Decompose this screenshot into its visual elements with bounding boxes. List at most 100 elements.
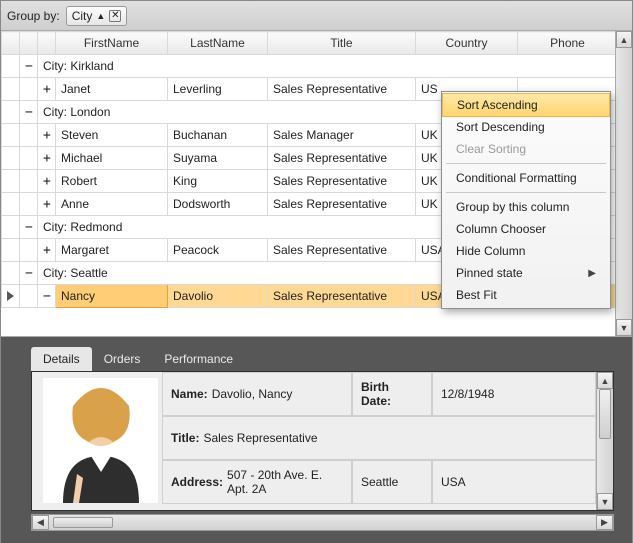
menu-column-chooser[interactable]: Column Chooser: [442, 218, 610, 240]
detail-name: Name: Davolio, Nancy: [162, 372, 352, 416]
detail-title-value: Sales Representative: [203, 431, 317, 445]
menu-pinned-state-label: Pinned state: [456, 266, 523, 280]
detail-country: USA: [432, 460, 596, 504]
avatar-icon: [43, 378, 158, 503]
cell-title: Sales Representative: [268, 239, 416, 262]
cell-title: Sales Representative: [268, 285, 416, 308]
cell-lastname: King: [168, 170, 268, 193]
header-expand-1: [20, 32, 38, 55]
header-row: FirstName LastName Title Country Phone: [2, 32, 618, 55]
scroll-down-icon[interactable]: ▼: [616, 319, 632, 336]
detail-city: Seattle: [352, 460, 432, 504]
collapse-icon[interactable]: −: [38, 285, 56, 308]
group-tag-city[interactable]: City ▲ ✕: [66, 6, 128, 26]
cell-firstname: Margaret: [56, 239, 168, 262]
menu-conditional-formatting[interactable]: Conditional Formatting: [442, 167, 610, 189]
scroll-up-icon[interactable]: ▲: [616, 31, 632, 48]
column-context-menu: Sort Ascending Sort Descending Clear Sor…: [441, 91, 611, 309]
menu-pinned-state[interactable]: Pinned state ▶: [442, 262, 610, 284]
group-row[interactable]: − City: Kirkland: [2, 55, 618, 78]
detail-name-label: Name:: [171, 387, 208, 401]
detail-birth-value: 12/8/1948: [432, 372, 596, 416]
detail-address: Address: 507 - 20th Ave. E. Apt. 2A: [162, 460, 352, 504]
menu-best-fit[interactable]: Best Fit: [442, 284, 610, 306]
expand-icon[interactable]: +: [38, 170, 56, 193]
cell-lastname: Dodsworth: [168, 193, 268, 216]
expand-icon[interactable]: +: [38, 78, 56, 101]
cell-lastname: Peacock: [168, 239, 268, 262]
submenu-arrow-icon: ▶: [588, 268, 596, 279]
scroll-down-icon[interactable]: ▼: [597, 493, 613, 510]
detail-name-value: Davolio, Nancy: [212, 387, 293, 401]
sort-asc-icon: ▲: [96, 11, 105, 21]
cell-title: Sales Representative: [268, 78, 416, 101]
detail-info-grid: Name: Davolio, Nancy Birth Date: 12/8/19…: [162, 372, 596, 510]
collapse-icon[interactable]: −: [20, 262, 38, 285]
menu-sort-descending[interactable]: Sort Descending: [442, 116, 610, 138]
grid-container: FirstName LastName Title Country Phone −…: [1, 31, 632, 337]
remove-group-icon[interactable]: ✕: [109, 10, 121, 22]
header-expand-2: [38, 32, 56, 55]
menu-sort-ascending[interactable]: Sort Ascending: [442, 93, 610, 117]
scroll-thumb[interactable]: [53, 517, 113, 528]
group-by-bar: Group by: City ▲ ✕: [1, 1, 632, 31]
scroll-thumb[interactable]: [599, 389, 611, 439]
detail-body: Name: Davolio, Nancy Birth Date: 12/8/19…: [31, 371, 614, 511]
current-row-icon: [7, 291, 14, 301]
collapse-icon[interactable]: −: [20, 101, 38, 124]
cell-lastname: Davolio: [168, 285, 268, 308]
cell-title: Sales Representative: [268, 193, 416, 216]
expand-icon[interactable]: +: [38, 193, 56, 216]
cell-firstname: Michael: [56, 147, 168, 170]
details-panel: Details Orders Performance Name: Davolio…: [1, 337, 632, 543]
scroll-left-icon[interactable]: ◀: [32, 515, 49, 530]
cell-title: Sales Representative: [268, 170, 416, 193]
detail-address-value: 507 - 20th Ave. E. Apt. 2A: [227, 468, 343, 496]
cell-title: Sales Representative: [268, 147, 416, 170]
cell-title: Sales Manager: [268, 124, 416, 147]
scroll-up-icon[interactable]: ▲: [597, 372, 613, 389]
menu-hide-column[interactable]: Hide Column: [442, 240, 610, 262]
group-label: City: Kirkland: [38, 55, 618, 78]
detail-title-label: Title:: [171, 431, 199, 445]
header-lastname[interactable]: LastName: [168, 32, 268, 55]
header-phone[interactable]: Phone: [518, 32, 618, 55]
detail-address-label: Address:: [171, 475, 223, 489]
scroll-right-icon[interactable]: ▶: [596, 515, 613, 530]
cell-firstname: Steven: [56, 124, 168, 147]
header-title[interactable]: Title: [268, 32, 416, 55]
group-tag-text: City: [72, 9, 93, 23]
header-country[interactable]: Country: [416, 32, 518, 55]
cell-firstname: Anne: [56, 193, 168, 216]
expand-icon[interactable]: +: [38, 124, 56, 147]
collapse-icon[interactable]: −: [20, 216, 38, 239]
group-by-label: Group by:: [7, 9, 60, 23]
cell-lastname: Buchanan: [168, 124, 268, 147]
header-firstname[interactable]: FirstName: [56, 32, 168, 55]
menu-clear-sorting: Clear Sorting: [442, 138, 610, 160]
detail-horizontal-scrollbar[interactable]: ◀ ▶: [31, 514, 614, 531]
detail-birth-label-cell: Birth Date:: [352, 372, 432, 416]
cell-firstname: Nancy: [56, 285, 168, 308]
cell-firstname: Robert: [56, 170, 168, 193]
tab-orders[interactable]: Orders: [92, 347, 153, 371]
expand-icon[interactable]: +: [38, 239, 56, 262]
cell-firstname: Janet: [56, 78, 168, 101]
menu-separator: [446, 163, 606, 164]
menu-group-by-column[interactable]: Group by this column: [442, 196, 610, 218]
tab-performance[interactable]: Performance: [152, 347, 245, 371]
tab-details[interactable]: Details: [31, 347, 92, 371]
cell-lastname: Suyama: [168, 147, 268, 170]
grid-vertical-scrollbar[interactable]: ▲ ▼: [615, 31, 632, 336]
menu-separator: [446, 192, 606, 193]
expand-icon[interactable]: +: [38, 147, 56, 170]
employee-photo: [32, 372, 162, 510]
detail-birth-label: Birth Date:: [361, 380, 419, 408]
cell-lastname: Leverling: [168, 78, 268, 101]
header-indicator: [2, 32, 20, 55]
detail-title: Title: Sales Representative: [162, 416, 596, 460]
collapse-icon[interactable]: −: [20, 55, 38, 78]
detail-tabs: Details Orders Performance: [31, 347, 614, 371]
row-indicator: [2, 285, 20, 308]
detail-vertical-scrollbar[interactable]: ▲ ▼: [596, 372, 613, 510]
